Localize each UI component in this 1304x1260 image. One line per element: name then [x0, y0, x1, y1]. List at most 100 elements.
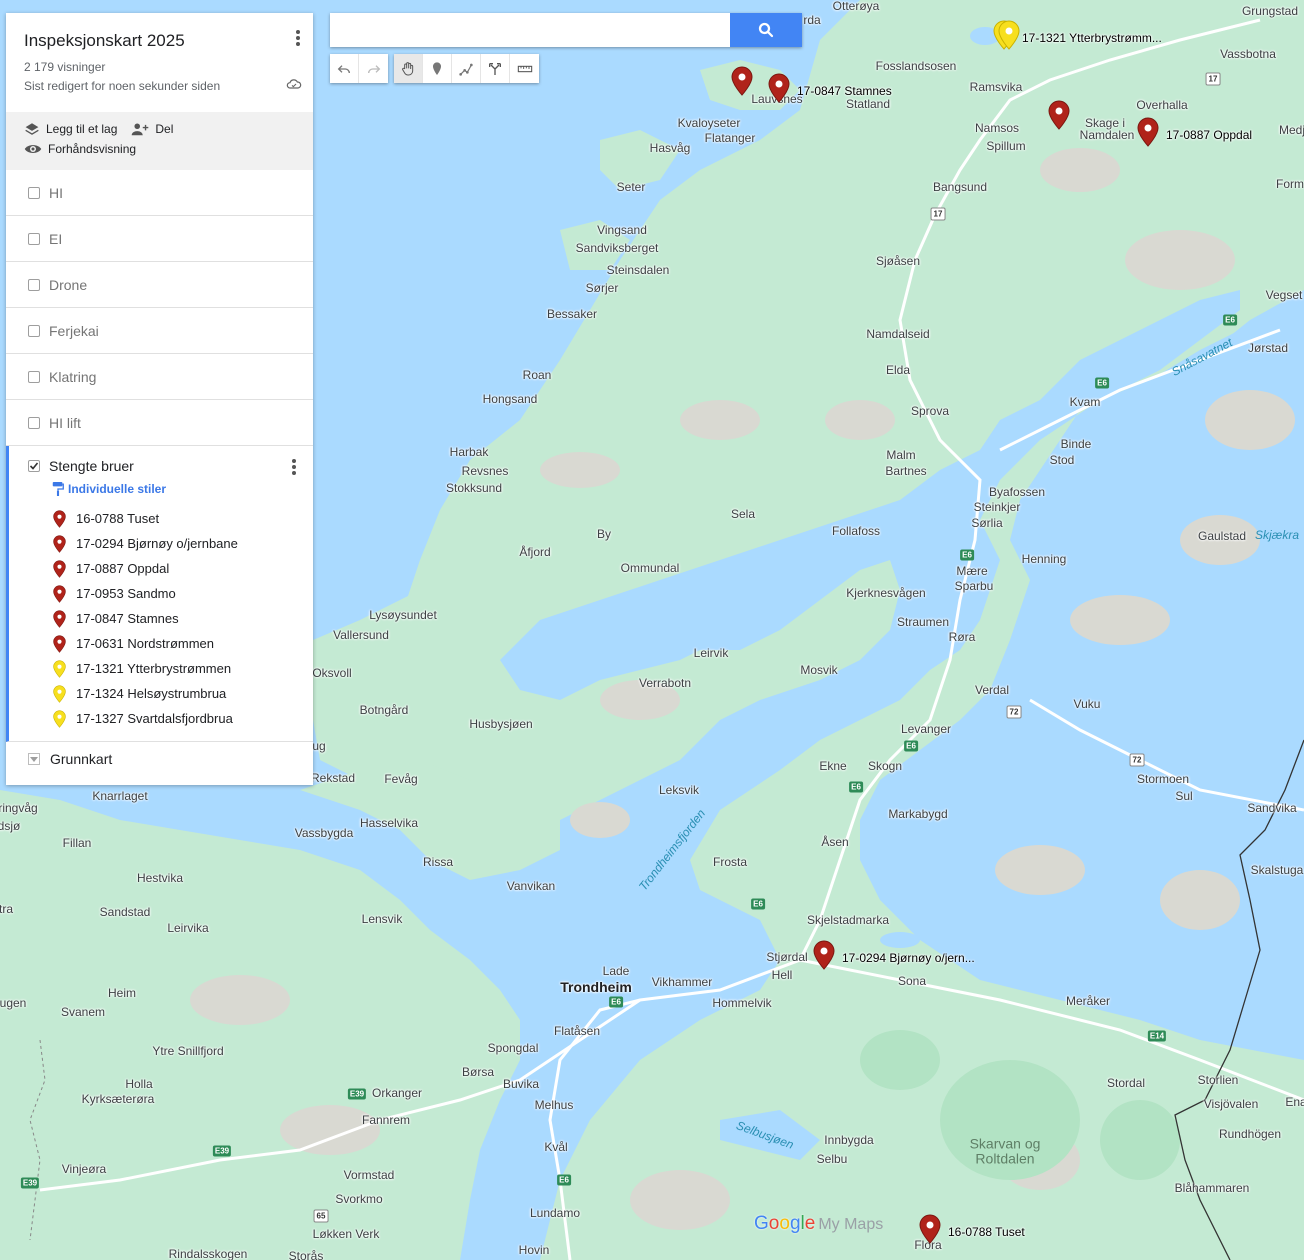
place-label: Visjövalen — [1203, 1097, 1259, 1111]
search-bar — [330, 13, 802, 47]
place-label: Vikhammer — [651, 975, 713, 989]
feature-item[interactable]: 17-0887 Oppdal — [9, 556, 313, 581]
layer-name[interactable]: Stengte bruer — [49, 458, 134, 474]
feature-item[interactable]: 17-1321 Ytterbrystrømmen — [9, 656, 313, 681]
place-label: Hommelvik — [712, 996, 772, 1010]
place-label: Leirvika — [167, 921, 209, 935]
map-pin-icon — [53, 609, 71, 628]
place-label: rda — [803, 13, 821, 27]
my-maps-wordmark: My Maps — [818, 1216, 884, 1233]
layer-ei[interactable]: EI — [6, 216, 313, 262]
layer-drone[interactable]: Drone — [6, 262, 313, 308]
style-link[interactable]: Individuelle stiler — [9, 482, 313, 496]
add-layer-button[interactable]: Legg til et lag — [24, 122, 117, 136]
layer-klatring[interactable]: Klatring — [6, 354, 313, 400]
layer-checkbox[interactable] — [28, 278, 40, 291]
layer-hi[interactable]: HI — [6, 170, 313, 216]
map-marker-skage[interactable] — [1048, 100, 1070, 130]
feature-label: 17-0847 Stamnes — [76, 611, 179, 626]
search-input[interactable] — [330, 13, 730, 47]
feature-item[interactable]: 16-0788 Tuset — [9, 506, 313, 531]
draw-line-button[interactable] — [452, 54, 481, 83]
feature-item[interactable]: 17-1324 Helsøystrumbrua — [9, 681, 313, 706]
place-label: Fillan — [62, 836, 92, 850]
map-marker-bjornoy[interactable] — [813, 940, 835, 970]
place-label: Rekstad — [310, 771, 356, 785]
feature-item[interactable]: 17-0631 Nordstrømmen — [9, 631, 313, 656]
map-marker-stamnes-a[interactable] — [731, 66, 753, 96]
directions-icon — [489, 62, 501, 75]
layer-name: EI — [49, 230, 63, 247]
directions-button[interactable] — [481, 54, 510, 83]
map-pin-icon — [53, 659, 71, 678]
add-marker-button[interactable] — [423, 54, 452, 83]
layers-icon — [25, 123, 39, 135]
chevron-down-icon[interactable] — [28, 753, 40, 765]
feature-item[interactable]: 17-1327 Svartdalsfjordbrua — [9, 706, 313, 731]
place-label: Mosvik — [800, 663, 838, 677]
place-label: Kvam — [1069, 395, 1101, 409]
road-shield: E6 — [1223, 314, 1237, 326]
measure-button[interactable] — [510, 54, 539, 83]
share-button[interactable]: Del — [131, 122, 173, 136]
place-label: Åfjord — [519, 545, 551, 559]
search-button[interactable] — [730, 13, 802, 47]
basemap-layer[interactable]: Grunnkart — [6, 742, 313, 767]
place-label: Knarrlaget — [92, 789, 148, 803]
place-label: Røra — [948, 630, 976, 644]
undo-button[interactable] — [330, 54, 359, 83]
map-marker-ytterbry[interactable] — [993, 20, 1020, 50]
feature-item[interactable]: 17-0294 Bjørnøy o/jernbane — [9, 531, 313, 556]
layer-list: HI EI Drone Ferjekai Klatring HI lift — [6, 170, 313, 446]
map-pin-icon — [53, 684, 71, 703]
layer-checkbox[interactable] — [28, 324, 40, 337]
map-marker-label: 17-1321 Ytterbrystrømm... — [1022, 31, 1162, 45]
place-label: Sandstad — [99, 905, 151, 919]
place-label: Vanvikan — [506, 879, 556, 893]
place-label: Markabygd — [888, 807, 948, 821]
place-label: Melhus — [534, 1098, 574, 1112]
layer-checkbox[interactable] — [28, 186, 40, 199]
road-shield: E6 — [751, 898, 765, 910]
layer-checkbox[interactable] — [28, 370, 40, 383]
panel-actions: Legg til et lag Del Forhåndsvisning — [6, 112, 313, 170]
more-vert-icon — [292, 459, 296, 475]
layer-ferjekai[interactable]: Ferjekai — [6, 308, 313, 354]
place-label: Grungstad — [1241, 4, 1299, 18]
place-label: Botngård — [359, 703, 409, 717]
place-label: Kjerknesvågen — [846, 586, 926, 600]
map-options-button[interactable] — [295, 29, 301, 52]
map-marker-stamnes-b[interactable] — [768, 73, 790, 103]
place-label: Ramsvika — [969, 80, 1023, 94]
paint-roller-icon — [52, 482, 64, 496]
place-label: Rindalsskogen — [168, 1247, 248, 1260]
place-label: ugen — [0, 996, 27, 1010]
layer-checkbox[interactable] — [28, 232, 40, 245]
feature-item[interactable]: 17-0847 Stamnes — [9, 606, 313, 631]
layer-hi-lift[interactable]: HI lift — [6, 400, 313, 446]
redo-button[interactable] — [359, 54, 388, 83]
layer-checkbox-checked[interactable] — [28, 460, 40, 472]
feature-label: 17-0887 Oppdal — [76, 561, 170, 576]
place-label: Ekne — [819, 759, 847, 773]
feature-label: 17-0953 Sandmo — [76, 586, 176, 601]
place-label: Vingsand — [597, 223, 647, 237]
layer-options-button[interactable] — [291, 458, 297, 481]
map-title[interactable]: Inspeksjonskart 2025 — [24, 31, 313, 51]
map-marker-tuset[interactable] — [919, 1214, 941, 1244]
place-label: Harbak — [449, 445, 489, 459]
place-label: Lysøysundet — [369, 608, 437, 622]
map-marker-oppdal[interactable] — [1137, 117, 1159, 147]
layer-checkbox[interactable] — [28, 416, 40, 429]
preview-button[interactable]: Forhåndsvisning — [24, 142, 136, 156]
place-label: Verrabotn — [638, 676, 692, 690]
place-label: Hestvika — [136, 871, 184, 885]
place-label: Hell — [771, 968, 793, 982]
place-label: Rundhögen — [1218, 1127, 1282, 1141]
layers-panel: Inspeksjonskart 2025 2 179 visninger Sis… — [6, 13, 313, 785]
pan-hand-button[interactable] — [394, 54, 423, 83]
place-label: Seter — [616, 180, 646, 194]
feature-item[interactable]: 17-0953 Sandmo — [9, 581, 313, 606]
feature-list: 16-0788 Tuset 17-0294 Bjørnøy o/jernbane 1… — [9, 506, 313, 731]
place-label: Follafoss — [831, 524, 881, 538]
